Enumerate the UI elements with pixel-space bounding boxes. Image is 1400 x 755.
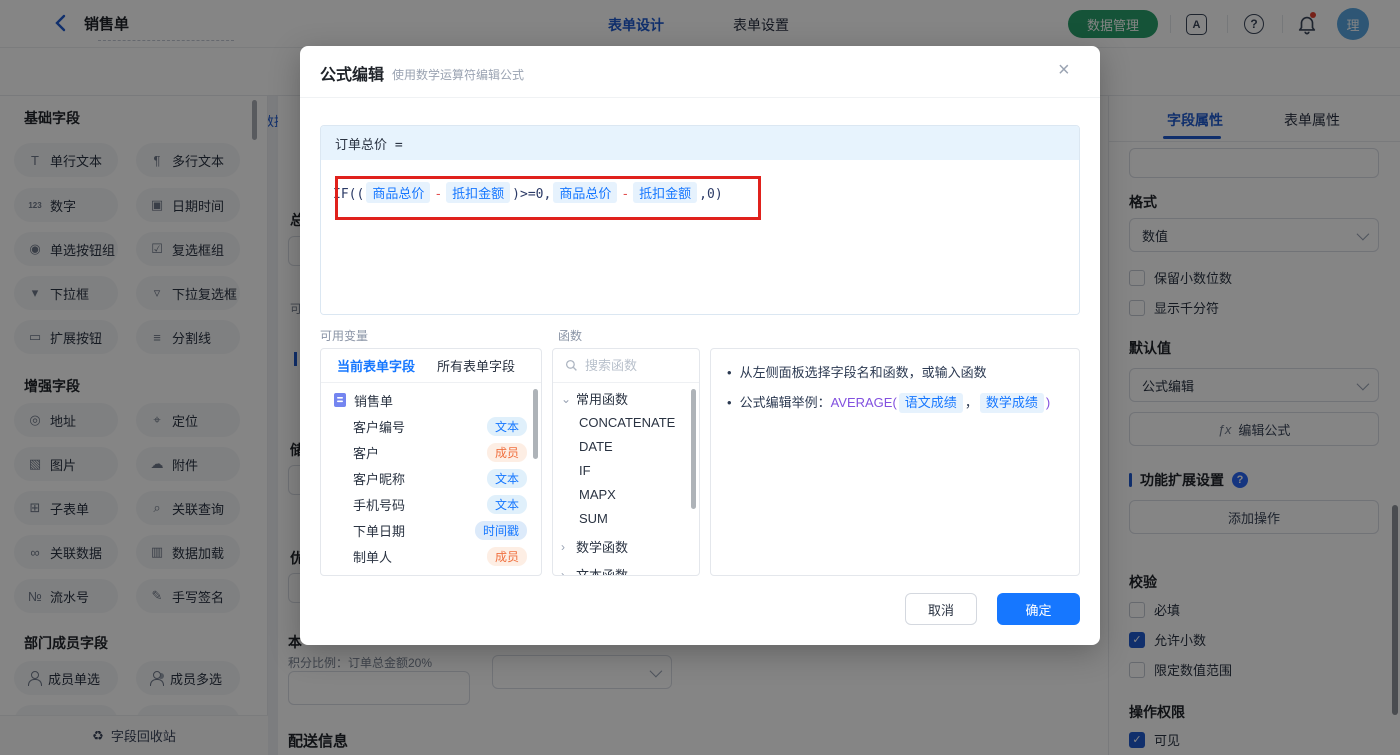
variable-row[interactable]: 下单日期 时间戳 bbox=[321, 517, 541, 543]
formula-editor-box: 订单总价 = IF((商品总价 - 抵扣金额)>=0, 商品总价 - 抵扣金额 ,0) bbox=[320, 125, 1080, 315]
tab-all-form-fields[interactable]: 所有表单字段 bbox=[437, 356, 515, 375]
variables-tabs: 当前表单字段 所有表单字段 bbox=[321, 349, 541, 383]
search-icon bbox=[565, 359, 577, 371]
tab-current-form-fields[interactable]: 当前表单字段 bbox=[337, 356, 415, 375]
function-item[interactable]: MAPX bbox=[553, 483, 699, 507]
cancel-button[interactable]: 取消 bbox=[905, 593, 977, 625]
app: 销售单 表单设计 表单设置 数据管理 A ? 理 表单外链 后端脚本 数据权限 … bbox=[0, 0, 1400, 755]
type-badge: 文本 bbox=[486, 416, 527, 436]
formula-editor-modal: 公式编辑 使用数学运算符编辑公式 × 订单总价 = IF((商品总价 - 抵扣金额)… bbox=[300, 46, 1100, 645]
function-name: AVERAGE( bbox=[830, 395, 897, 410]
variable-row[interactable]: 客户编号 文本 bbox=[321, 413, 541, 439]
field-chip[interactable]: 商品总价 bbox=[366, 182, 431, 203]
modal-subtitle: 使用数学运算符编辑公式 bbox=[392, 68, 525, 82]
variable-row[interactable]: 客户 成员 bbox=[321, 439, 541, 465]
variable-row[interactable]: 制单人 成员 bbox=[321, 543, 541, 569]
functions-scrollbar[interactable] bbox=[691, 389, 696, 509]
type-badge: 时间戳 bbox=[474, 520, 527, 540]
field-chip[interactable]: 抵扣金额 bbox=[446, 182, 511, 203]
modal-title: 公式编辑 bbox=[320, 67, 385, 84]
type-badge: 文本 bbox=[486, 494, 527, 514]
variable-row[interactable]: 手机号码 文本 bbox=[321, 491, 541, 517]
hints-panel: • 从左侧面板选择字段名和函数，或输入函数 • 公式编辑举例：AVERAGE(语… bbox=[710, 348, 1080, 576]
function-item[interactable]: CONCATENATE bbox=[553, 411, 699, 435]
divider bbox=[300, 97, 1100, 98]
type-badge: 成员 bbox=[486, 442, 527, 462]
formula-target: 订单总价 = bbox=[321, 126, 1079, 160]
function-item[interactable]: IF bbox=[553, 459, 699, 483]
example-chip: 数学成绩 bbox=[979, 393, 1044, 413]
hint-line-2: • 公式编辑举例：AVERAGE(语文成绩，数学成绩) bbox=[727, 393, 1063, 413]
function-search-input[interactable] bbox=[585, 358, 680, 373]
variable-row[interactable]: 客户昵称 文本 bbox=[321, 465, 541, 491]
document-icon bbox=[334, 393, 346, 407]
chevron-collapsed-icon: › bbox=[561, 539, 565, 554]
functions-label: 函数 bbox=[558, 329, 583, 343]
group-math-functions[interactable]: › 数学函数 bbox=[553, 534, 699, 559]
field-chip[interactable]: 商品总价 bbox=[553, 182, 618, 203]
example-chip: 语文成绩 bbox=[898, 393, 963, 413]
function-item[interactable]: SUM bbox=[553, 507, 699, 531]
type-badge: 成员 bbox=[486, 546, 527, 566]
variables-label: 可用变量 bbox=[320, 329, 369, 343]
chevron-expanded-icon: ⌄ bbox=[561, 391, 572, 406]
group-common-functions[interactable]: ⌄ 常用函数 bbox=[553, 386, 699, 411]
type-badge: 文本 bbox=[486, 468, 527, 488]
function-item[interactable]: DATE bbox=[553, 435, 699, 459]
formula-expression[interactable]: IF((商品总价 - 抵扣金额)>=0, 商品总价 - 抵扣金额 ,0) bbox=[333, 176, 761, 220]
variables-panel: 当前表单字段 所有表单字段 销售单 客户编号 文本 客户 成员 客户昵称 文本 手机号… bbox=[320, 348, 542, 576]
hint-line-1: • 从左侧面板选择字段名和函数，或输入函数 bbox=[727, 365, 987, 380]
close-icon[interactable]: × bbox=[1058, 60, 1070, 80]
group-text-functions[interactable]: › 文本函数 bbox=[553, 562, 699, 576]
variables-scrollbar[interactable] bbox=[533, 389, 538, 459]
functions-panel: ⌄ 常用函数 CONCATENATE DATE IF MAPX SUM › 数学… bbox=[552, 348, 700, 576]
field-chip[interactable]: 抵扣金额 bbox=[633, 182, 698, 203]
formula-input-area[interactable]: IF((商品总价 - 抵扣金额)>=0, 商品总价 - 抵扣金额 ,0) bbox=[321, 160, 1079, 314]
confirm-button[interactable]: 确定 bbox=[997, 593, 1080, 625]
form-tree-root[interactable]: 销售单 bbox=[321, 387, 541, 413]
chevron-collapsed-icon: › bbox=[561, 567, 565, 576]
function-search[interactable] bbox=[553, 349, 699, 383]
